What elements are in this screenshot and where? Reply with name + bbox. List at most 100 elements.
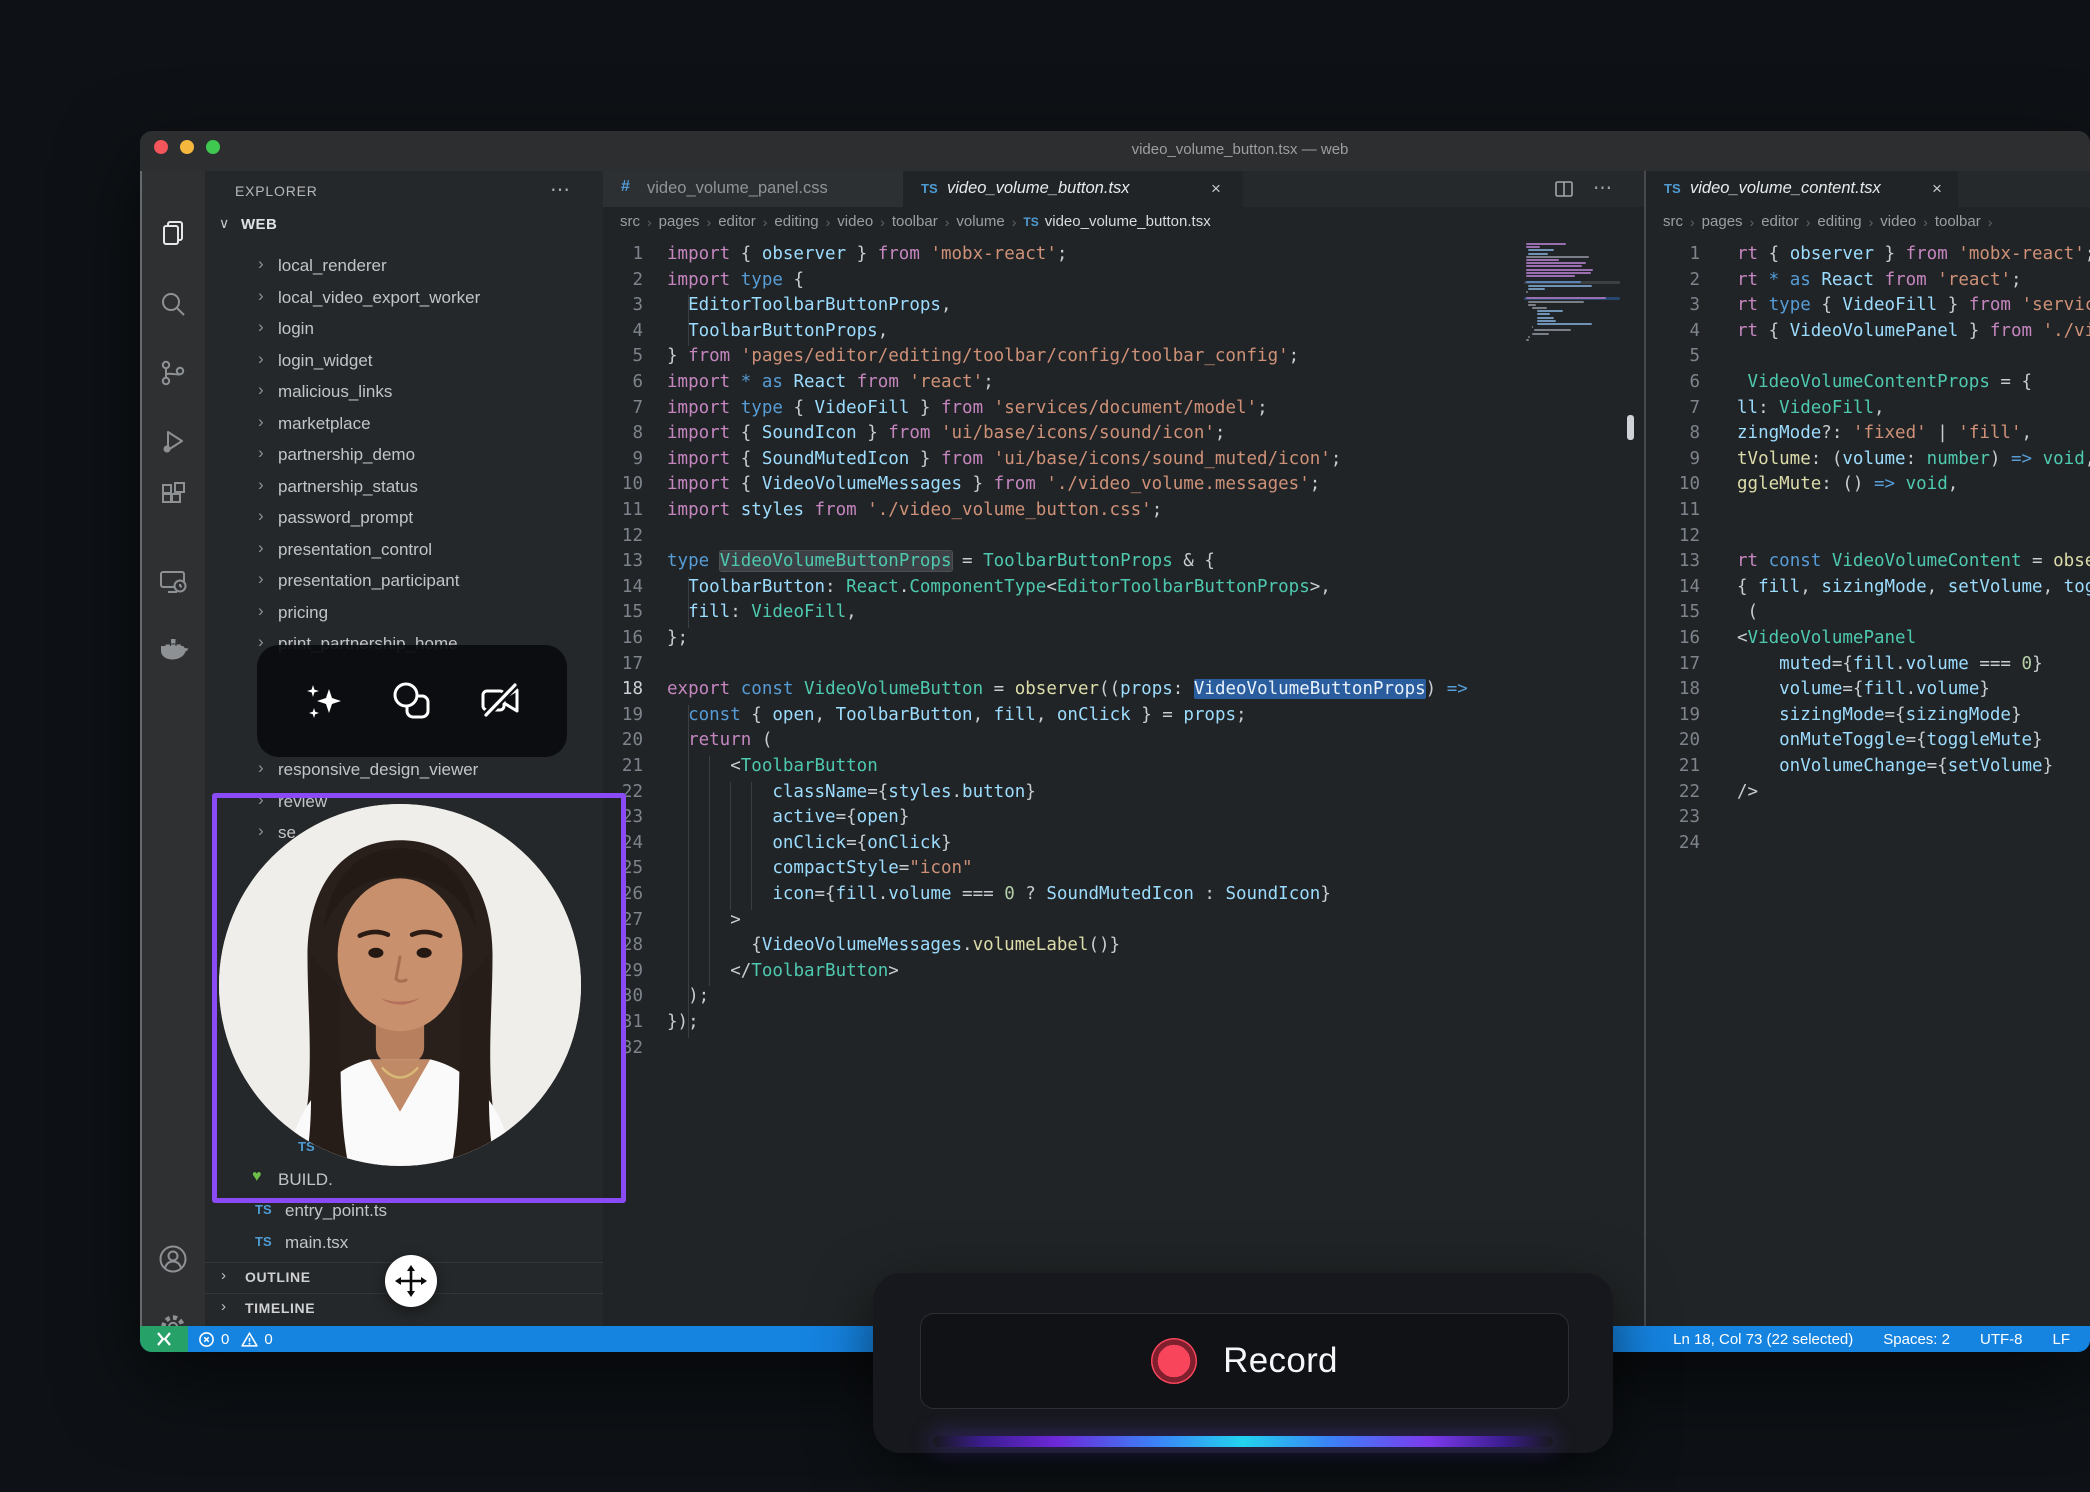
code-line[interactable]: }); bbox=[667, 1012, 699, 1032]
tree-item-main.tsx[interactable]: TS main.tsx bbox=[205, 1228, 603, 1259]
tree-item-presentation_control[interactable]: › presentation_control bbox=[205, 535, 603, 566]
code-line[interactable]: zingMode?: 'fixed' | 'fill', bbox=[1737, 423, 2032, 443]
code-line[interactable]: import { SoundMutedIcon } from 'ui/base/… bbox=[667, 449, 1341, 469]
tree-item-login_widget[interactable]: › login_widget bbox=[205, 346, 603, 377]
code-line[interactable]: <ToolbarButton bbox=[667, 756, 878, 776]
tree-item-password_prompt[interactable]: › password_prompt bbox=[205, 503, 603, 534]
remote-indicator[interactable] bbox=[140, 1326, 188, 1352]
code-editor[interactable]: 1 rt { observer } from 'mobx-react'; 2 rt *… bbox=[1646, 236, 2090, 1326]
code-line[interactable]: rt const VideoVolumeContent = observer( bbox=[1737, 551, 2090, 571]
docker-icon[interactable] bbox=[157, 633, 189, 665]
code-line[interactable]: </ToolbarButton> bbox=[667, 961, 899, 981]
code-line[interactable]: icon={fill.volume === 0 ? SoundMutedIcon… bbox=[667, 884, 1331, 904]
code-line[interactable]: ToolbarButton: React.ComponentType<Edito… bbox=[667, 577, 1331, 597]
tree-item-pricing[interactable]: › pricing bbox=[205, 598, 603, 629]
shapes-icon[interactable] bbox=[390, 679, 434, 723]
breadcrumb-segment[interactable]: editing bbox=[1817, 213, 1861, 230]
tree-item-local_renderer[interactable]: › local_renderer bbox=[205, 251, 603, 282]
breadcrumb-segment[interactable]: editor bbox=[1761, 213, 1799, 230]
code-line[interactable]: ToolbarButtonProps, bbox=[667, 321, 888, 341]
code-line[interactable]: return ( bbox=[667, 730, 772, 750]
code-line[interactable]: ll: VideoFill, bbox=[1737, 398, 1885, 418]
encoding[interactable]: UTF-8 bbox=[1980, 1331, 2023, 1348]
code-line[interactable]: <VideoVolumePanel bbox=[1737, 628, 1916, 648]
code-line[interactable]: import { SoundIcon } from 'ui/base/icons… bbox=[667, 423, 1225, 443]
code-line[interactable]: compactStyle="icon" bbox=[667, 858, 972, 878]
scrollbar-handle[interactable] bbox=[1627, 415, 1634, 440]
webcam-preview[interactable] bbox=[212, 793, 626, 1203]
code-line[interactable]: > bbox=[667, 910, 741, 930]
sidebar-more-icon[interactable]: ⋯ bbox=[550, 177, 570, 202]
tree-item-local_video_export_worker[interactable]: › local_video_export_worker bbox=[205, 283, 603, 314]
record-button[interactable]: Record bbox=[920, 1313, 1569, 1409]
remote-explorer-icon[interactable] bbox=[157, 565, 189, 597]
tree-item-presentation_participant[interactable]: › presentation_participant bbox=[205, 566, 603, 597]
move-cursor[interactable] bbox=[385, 1255, 437, 1307]
code-line[interactable]: const { open, ToolbarButton, fill, onCli… bbox=[667, 705, 1247, 725]
breadcrumb-segment[interactable]: src bbox=[620, 213, 640, 230]
tab-video-volume-panel-css[interactable]: # video_volume_panel.css bbox=[603, 171, 903, 207]
breadcrumb-segment[interactable]: editing bbox=[774, 213, 818, 230]
indentation[interactable]: Spaces: 2 bbox=[1883, 1331, 1950, 1348]
code-line[interactable]: ggleMute: () => void, bbox=[1737, 474, 1958, 494]
code-line[interactable]: muted={fill.volume === 0} bbox=[1737, 654, 2042, 674]
breadcrumb-segment[interactable]: editor bbox=[718, 213, 756, 230]
code-line[interactable]: rt { VideoVolumePanel } from './video_vo… bbox=[1737, 321, 2090, 341]
code-line[interactable]: rt * as React from 'react'; bbox=[1737, 270, 2022, 290]
code-line[interactable]: }; bbox=[667, 628, 688, 648]
breadcrumb-segment[interactable]: video bbox=[837, 213, 873, 230]
code-line[interactable]: tVolume: (volume: number) => void, bbox=[1737, 449, 2090, 469]
code-line[interactable]: type VideoVolumeButtonProps = ToolbarBut… bbox=[667, 551, 1215, 572]
code-line[interactable]: import styles from './video_volume_butto… bbox=[667, 500, 1162, 520]
code-line[interactable]: sizingMode={sizingMode} bbox=[1737, 705, 2021, 725]
split-editor-icon[interactable] bbox=[1553, 178, 1575, 202]
code-line[interactable]: volume={fill.volume} bbox=[1737, 679, 1990, 699]
breadcrumb-file[interactable]: video_volume_button.tsx bbox=[1045, 213, 1211, 230]
tab-video-volume-content-tsx[interactable]: TS video_volume_content.tsx × bbox=[1646, 171, 1958, 207]
tree-item-login[interactable]: › login bbox=[205, 314, 603, 345]
tree-item-marketplace[interactable]: › marketplace bbox=[205, 409, 603, 440]
close-tab-icon[interactable]: × bbox=[1932, 179, 1942, 199]
code-line[interactable]: import { VideoVolumeMessages } from './v… bbox=[667, 474, 1320, 494]
tab-video-volume-button-tsx[interactable]: TS video_volume_button.tsx × bbox=[903, 171, 1243, 207]
code-line[interactable]: fill: VideoFill, bbox=[667, 602, 857, 622]
code-line[interactable]: ( bbox=[1737, 602, 1759, 622]
breadcrumb-segment[interactable]: toolbar bbox=[1935, 213, 1981, 230]
tree-item-partnership_status[interactable]: › partnership_status bbox=[205, 472, 603, 503]
code-line[interactable]: className={styles.button} bbox=[667, 782, 1035, 802]
eol-sequence[interactable]: LF bbox=[2052, 1331, 2070, 1348]
breadcrumb-segment[interactable]: video bbox=[1880, 213, 1916, 230]
run-debug-icon[interactable] bbox=[157, 425, 189, 457]
code-line[interactable]: } from 'pages/editor/editing/toolbar/con… bbox=[667, 346, 1299, 366]
cursor-position[interactable]: Ln 18, Col 73 (22 selected) bbox=[1673, 1331, 1853, 1348]
breadcrumb-segment[interactable]: volume bbox=[956, 213, 1004, 230]
account-icon[interactable] bbox=[157, 1243, 189, 1275]
search-icon[interactable] bbox=[157, 289, 189, 321]
code-line[interactable]: import type { bbox=[667, 270, 804, 290]
minimap[interactable] bbox=[1524, 243, 1622, 363]
code-editor[interactable]: 1 import { observer } from 'mobx-react'; 2… bbox=[603, 236, 1644, 1326]
source-control-icon[interactable] bbox=[157, 357, 189, 389]
zoom-window-button[interactable] bbox=[206, 140, 220, 154]
camera-flip-icon[interactable] bbox=[478, 679, 522, 723]
more-actions-icon[interactable]: ⋯ bbox=[1593, 178, 1612, 202]
code-line[interactable]: import * as React from 'react'; bbox=[667, 372, 994, 392]
extensions-icon[interactable] bbox=[157, 479, 189, 511]
tree-item-partnership_demo[interactable]: › partnership_demo bbox=[205, 440, 603, 471]
code-line[interactable]: rt type { VideoFill } from 'services/doc… bbox=[1737, 295, 2090, 315]
code-line[interactable]: import { observer } from 'mobx-react'; bbox=[667, 244, 1067, 264]
code-line[interactable]: export const VideoVolumeButton = observe… bbox=[667, 679, 1468, 700]
breadcrumb-segment[interactable]: pages bbox=[1702, 213, 1743, 230]
problems-status[interactable]: 0 0 bbox=[198, 1326, 273, 1352]
code-line[interactable]: active={open} bbox=[667, 807, 909, 827]
sparkles-icon[interactable] bbox=[302, 679, 346, 723]
code-line[interactable]: EditorToolbarButtonProps, bbox=[667, 295, 951, 315]
tree-item-malicious_links[interactable]: › malicious_links bbox=[205, 377, 603, 408]
tree-item-responsive_design_viewer[interactable]: › responsive_design_viewer bbox=[205, 755, 603, 786]
close-window-button[interactable] bbox=[154, 140, 168, 154]
minimize-window-button[interactable] bbox=[180, 140, 194, 154]
code-line[interactable]: import type { VideoFill } from 'services… bbox=[667, 398, 1268, 418]
explorer-icon[interactable] bbox=[157, 217, 189, 249]
tree-section-web[interactable]: ∨ WEB bbox=[205, 211, 603, 242]
breadcrumb-segment[interactable]: src bbox=[1663, 213, 1683, 230]
